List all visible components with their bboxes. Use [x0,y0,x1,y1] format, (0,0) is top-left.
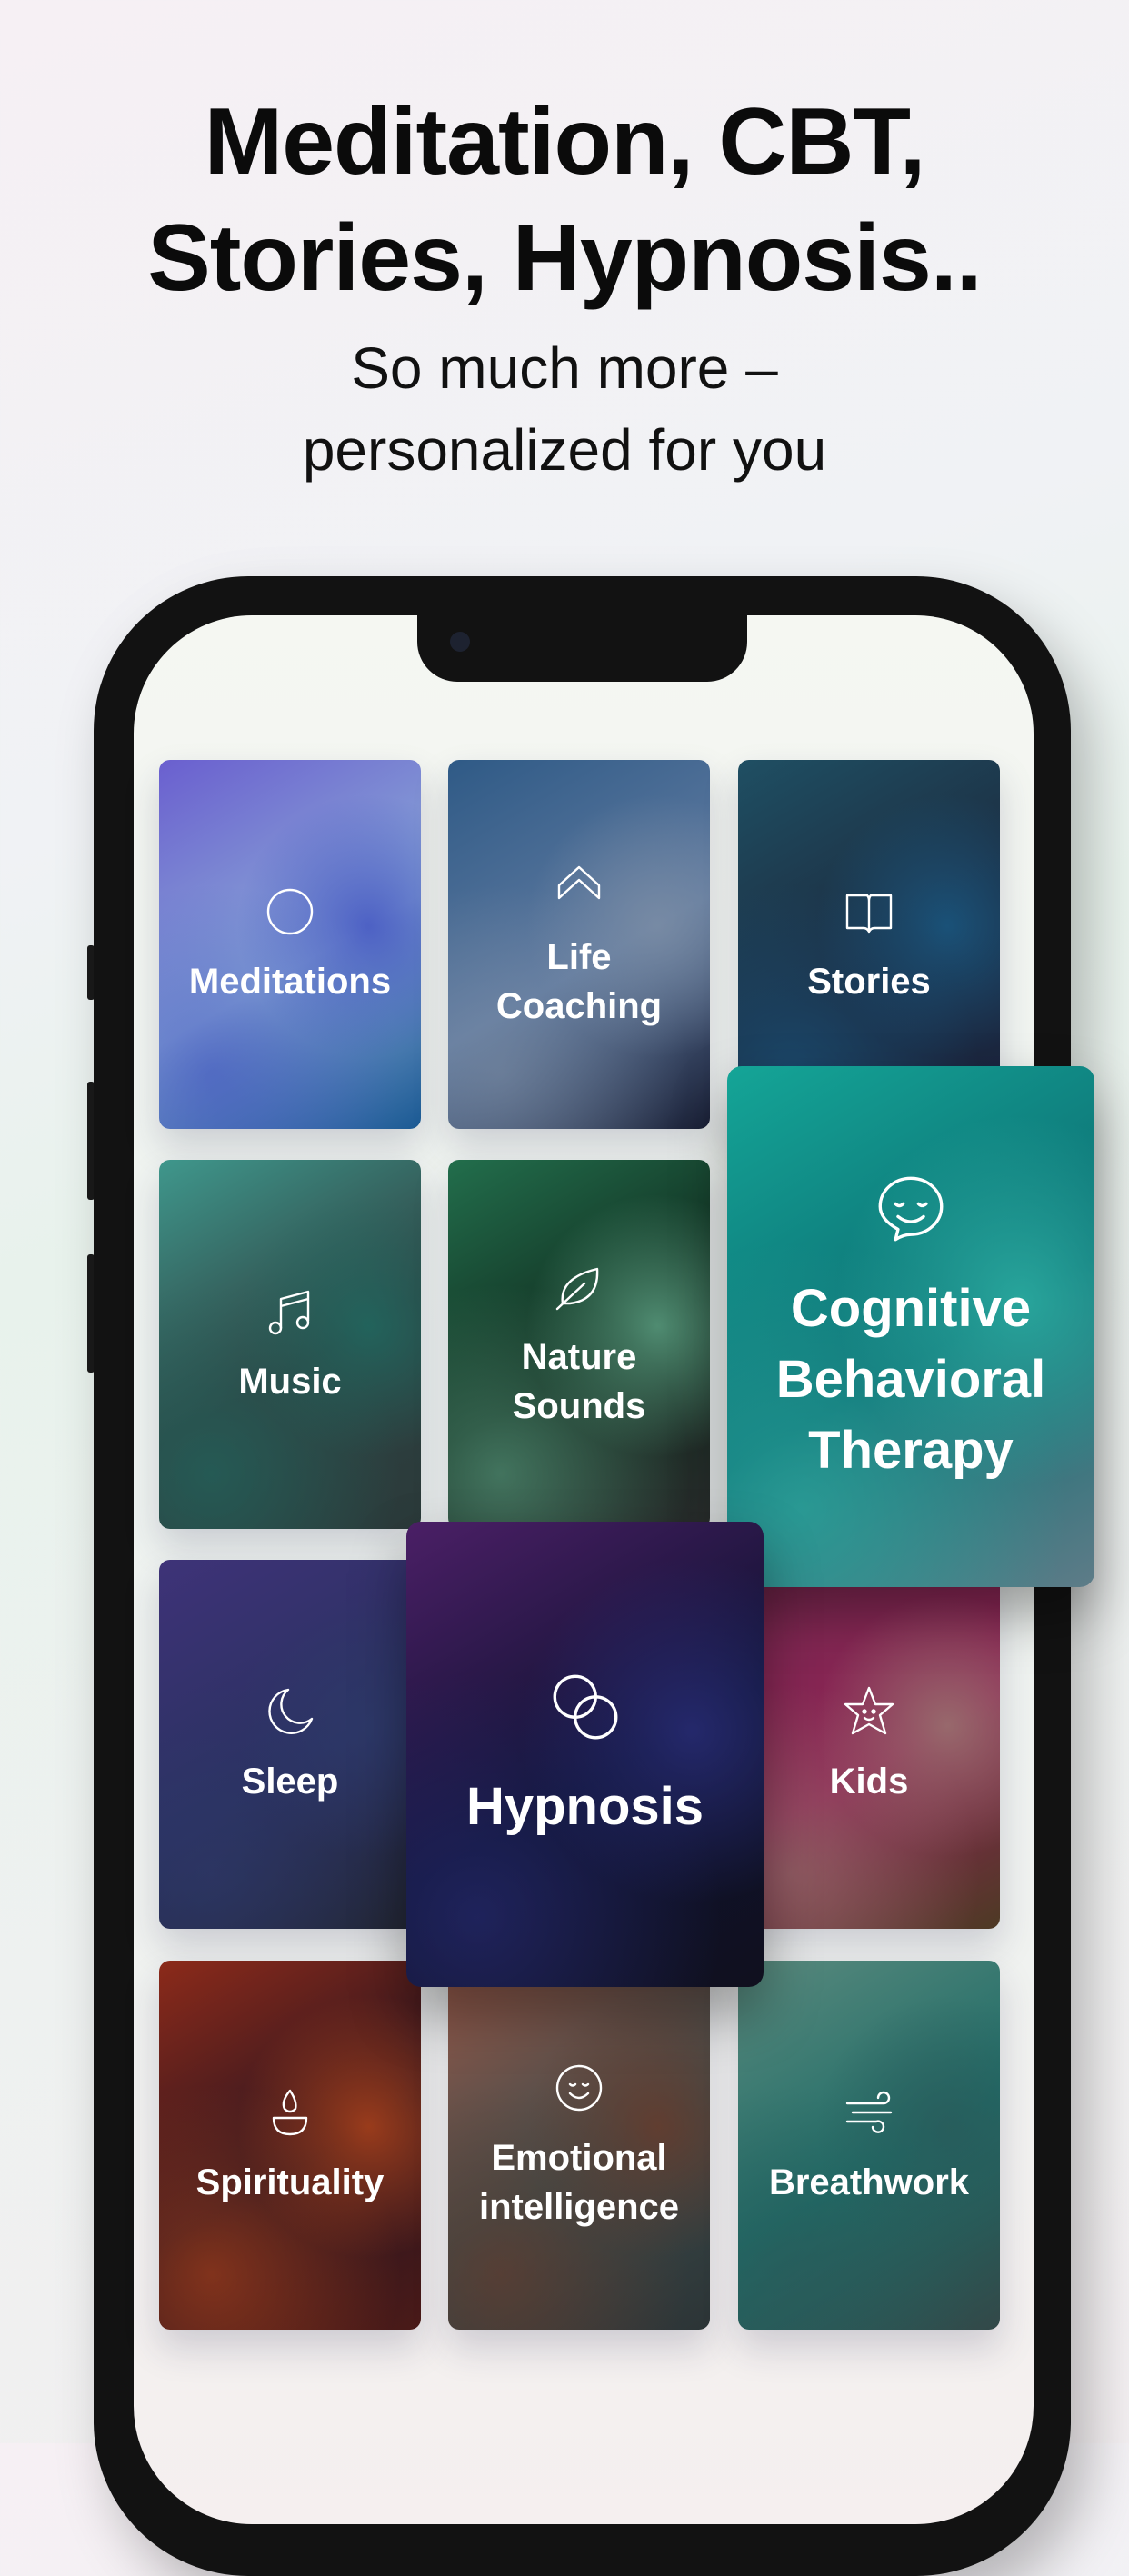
category-tile-kids[interactable]: Kids [738,1560,1000,1929]
category-label: Cognitive Behavioral Therapy [775,1278,1046,1480]
category-tile-meditations[interactable]: Meditations [159,760,421,1129]
headline-line-2: Stories, Hypnosis.. [147,205,982,311]
subheadline-line-1: So much more – [351,335,778,401]
category-label: Spirituality [195,2162,385,2202]
category-label: Kids [829,1762,909,1802]
chevron-up-icon [557,865,601,900]
category-tile-life-coaching[interactable]: Life Coaching [448,760,710,1129]
circle-icon [266,888,314,935]
subheadline-line-2: personalized for you [302,417,827,483]
category-tile-emotional-intelligence[interactable]: Emotional intelligence [448,1961,710,2330]
category-tile-nature-sounds[interactable]: Nature Sounds [448,1160,710,1529]
category-tile-sleep[interactable]: Sleep [159,1560,421,1929]
smile-icon [555,2064,603,2112]
wind-icon [845,2091,893,2133]
camera-icon [450,632,470,652]
category-label: Breathwork [768,2162,970,2202]
flame-bowl-icon [272,2089,308,2136]
subheadline: So much more – personalized for you [0,327,1129,491]
rings-icon [553,1674,617,1740]
category-label: Life Coaching [495,937,663,1026]
leaf-icon [555,1267,599,1311]
music-note-icon [268,1290,310,1335]
category-tile-spirituality[interactable]: Spirituality [159,1961,421,2330]
category-tile-music[interactable]: Music [159,1160,421,1529]
category-tile-cognitive-behavioral-therapy[interactable]: Cognitive Behavioral Therapy [727,1066,1094,1587]
category-label: Music [238,1362,342,1402]
category-label: Hypnosis [465,1777,704,1836]
star-icon [844,1686,894,1735]
category-tile-breathwork[interactable]: Breathwork [738,1961,1000,2330]
category-label: Stories [807,962,931,1002]
category-label: Nature Sounds [512,1337,646,1426]
headline-line-1: Meditation, CBT, [204,89,926,195]
chat-smile-icon [878,1176,944,1241]
category-label: Meditations [188,962,392,1002]
headline: Meditation, CBT, Stories, Hypnosis.. [0,84,1129,316]
book-icon [845,894,893,934]
category-label: Emotional intelligence [478,2138,680,2227]
moon-icon [268,1688,314,1734]
category-label: Sleep [241,1762,339,1802]
category-tile-hypnosis[interactable]: Hypnosis [406,1522,764,1987]
